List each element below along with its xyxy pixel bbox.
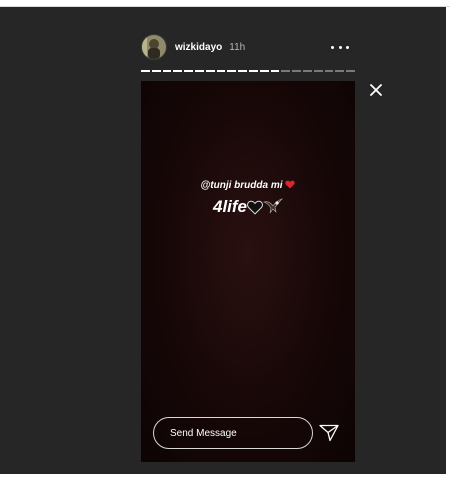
story-progress-bar (141, 70, 355, 72)
progress-segment (216, 70, 226, 72)
progress-segment (195, 70, 204, 72)
progress-segment (205, 70, 215, 72)
username[interactable]: wizkidayo (175, 42, 222, 53)
progress-segment (259, 70, 269, 72)
send-message-input[interactable]: Send Message (153, 417, 313, 449)
more-options-icon[interactable] (331, 39, 349, 55)
close-icon[interactable] (368, 82, 384, 98)
eagle-icon (263, 198, 283, 214)
red-heart-icon (285, 180, 296, 189)
progress-segment (292, 70, 301, 72)
progress-segment (313, 70, 323, 72)
progress-segment (270, 70, 280, 72)
story-header: wizkidayo 11h (141, 28, 355, 66)
timestamp: 11h (229, 41, 246, 53)
send-message-placeholder: Send Message (170, 427, 237, 439)
progress-segment (184, 70, 193, 72)
progress-segment (162, 70, 172, 72)
main-caption-line: 4life (141, 197, 355, 217)
progress-segment (303, 70, 312, 72)
progress-segment (227, 70, 237, 72)
progress-segment (281, 70, 291, 72)
progress-segment (238, 70, 247, 72)
mention-text[interactable]: @tunji brudda mi (201, 180, 283, 191)
black-heart-icon (247, 200, 263, 215)
progress-segment (324, 70, 334, 72)
progress-segment (173, 70, 183, 72)
mention-line: @tunji brudda mi (141, 180, 355, 191)
progress-segment (249, 70, 258, 72)
send-icon[interactable] (319, 424, 339, 442)
right-edge (446, 7, 450, 474)
progress-segment (141, 70, 150, 72)
cropped-top-strip: ​ (0, 0, 450, 7)
progress-segment (346, 70, 355, 72)
story-content[interactable]: @tunji brudda mi 4life Send Message (141, 81, 355, 462)
main-caption: 4life (212, 197, 248, 216)
progress-segment (151, 70, 161, 72)
avatar[interactable] (141, 34, 167, 60)
bottom-strip (0, 474, 450, 487)
progress-segment (335, 70, 345, 72)
